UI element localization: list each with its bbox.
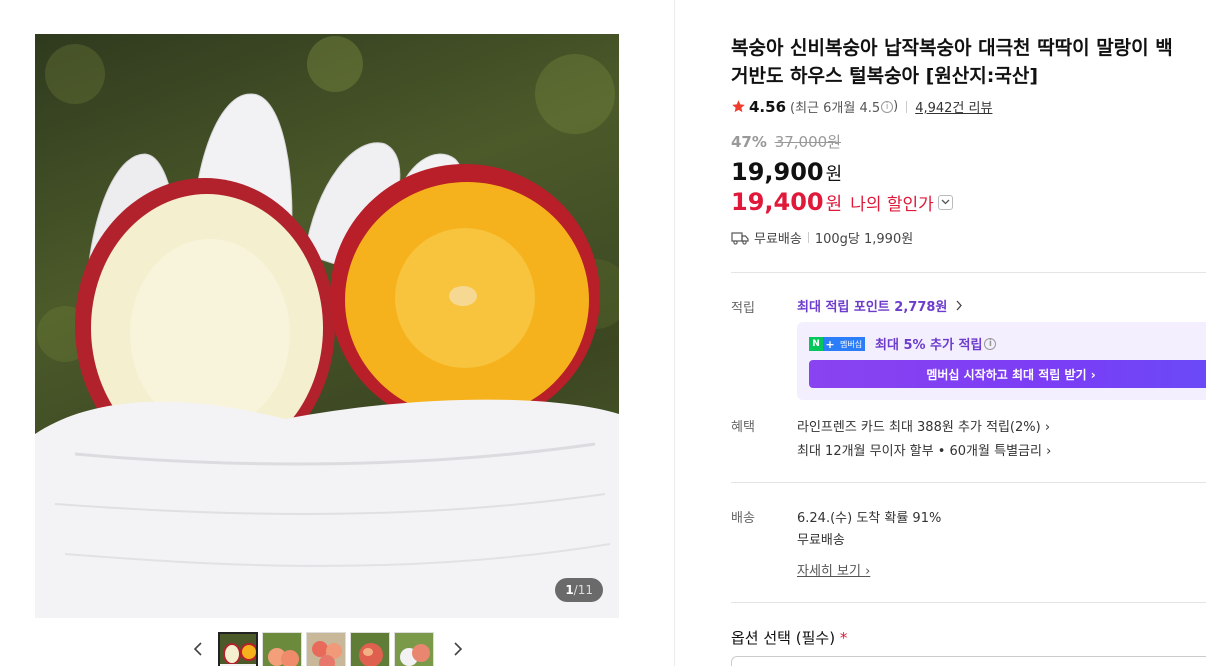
delivery-fee: 무료배송 [797,533,845,548]
naver-n-icon: N [809,337,823,351]
thumbnail-image [307,633,345,666]
option-select[interactable] [731,656,1206,666]
thumbnail-image [220,634,256,666]
thumbnail-2[interactable] [262,632,302,666]
installment-benefit-link[interactable]: 최대 12개월 무이자 할부 • 60개월 특별금리 › [797,440,1051,459]
my-price-toggle[interactable] [937,194,953,210]
thumbnail-5[interactable] [394,632,434,666]
card-benefit-text: 라인프렌즈 카드 최대 388원 추가 적립(2%) [797,420,1041,435]
discount-rate: 47% [731,133,767,151]
chevron-right-icon: › [1046,444,1052,459]
divider [731,272,1206,273]
max-point-link[interactable]: 최대 적립 포인트 2,778원 [797,296,963,315]
info-icon[interactable]: i [881,100,894,113]
chevron-right-icon [454,642,463,656]
thumbnail-image [351,633,389,666]
my-price-unit: 원 [825,194,843,215]
points-label: 적립 [731,301,755,316]
arrival-estimate: 6.24.(수) 도착 확률 91% [797,511,942,526]
info-icon[interactable]: i [984,337,997,350]
chevron-right-icon: › [1044,420,1051,435]
free-shipping-text: 무료배송 [754,232,802,247]
chevron-left-icon [193,642,202,656]
thumb-next-button[interactable] [446,632,470,666]
option-label: 옵션 선택 (필수) * [731,627,847,648]
rating-recent: (최근 6개월 4.5 [790,101,881,116]
shipping-summary: 무료배송 100g당 1,990원 [731,228,913,247]
unit-price-text: 100g당 1,990원 [814,232,914,247]
thumbnail-image [263,633,301,666]
membership-extra-text: 최대 5% 추가 적립 [875,338,983,353]
peach-photo [35,36,619,618]
divider [731,602,1206,603]
thumbnail-strip [186,632,470,666]
original-price: 37,000원 [774,133,841,151]
my-price-value: 19,400 [731,188,824,216]
membership-promo-box: N + 멤버십 최대 5% 추가 적립 i 멤버십 시작하고 최대 적립 받기 … [797,322,1206,400]
thumbnail-image [395,633,433,666]
thumb-prev-button[interactable] [186,632,210,666]
image-counter: 1 / 11 [555,578,603,602]
my-price-label: 나의 할인가 [850,195,934,215]
truck-icon [731,231,749,245]
chevron-right-icon [956,300,962,311]
delivery-label: 배송 [731,511,755,526]
chevron-down-icon [941,199,950,205]
delivery-detail-text: 자세히 보기 [797,564,861,579]
membership-extra: 최대 5% 추가 적립 i [875,334,997,353]
divider [731,482,1206,483]
divider [906,100,908,113]
thumbnail-3[interactable] [306,632,346,666]
product-info: 복숭아 신비복숭아 납작복숭아 대극천 딱딱이 말랑이 백 거반도 하우스 털복… [731,0,1206,666]
rating-recent-close: ) [893,99,899,114]
divider [807,232,809,243]
max-point-text: 최대 적립 포인트 2,778원 [797,300,948,315]
star-icon [732,100,745,113]
image-counter-current: 1 [565,583,574,597]
card-benefit-link[interactable]: 라인프렌즈 카드 최대 388원 추가 적립(2%) › [797,416,1050,435]
product-title: 복숭아 신비복숭아 납작복숭아 대극천 딱딱이 말랑이 백 거반도 하우스 털복… [731,37,1173,87]
benefits-label: 혜택 [731,420,755,435]
naver-plus-membership-badge: N + 멤버십 [809,337,866,351]
thumbnail-1[interactable] [218,632,258,666]
start-membership-button[interactable]: 멤버십 시작하고 최대 적립 받기 › [809,360,1206,388]
membership-badge-text: 멤버십 [837,337,866,351]
sale-price-value: 19,900 [731,158,824,186]
my-discount-price: 19,400 원 나의 할인가 [731,188,953,216]
option-label-text: 옵션 선택 (필수) [731,629,836,647]
thumbnail-4[interactable] [350,632,390,666]
image-counter-total: 11 [577,583,593,597]
required-mark: * [839,629,848,647]
sale-price-unit: 원 [825,164,843,185]
chevron-right-icon: › [865,564,871,579]
start-membership-label: 멤버십 시작하고 최대 적립 받기 [926,367,1087,382]
plus-icon: + [823,337,837,351]
installment-benefit-text: 최대 12개월 무이자 할부 • 60개월 특별금리 [797,444,1042,459]
delivery-detail-link[interactable]: 자세히 보기 › [797,560,870,579]
main-product-image[interactable]: 1 / 11 [35,34,619,618]
sale-price: 19,900 원 [731,158,842,186]
rating-row: 4.56 (최근 6개월 4.5 i ) 4,942건 리뷰 [731,97,992,116]
review-count-link[interactable]: 4,942건 리뷰 [915,97,992,116]
rating-score: 4.56 [749,97,787,116]
product-gallery: 1 / 11 [0,0,675,666]
discount-row: 47% 37,000원 [731,131,841,152]
